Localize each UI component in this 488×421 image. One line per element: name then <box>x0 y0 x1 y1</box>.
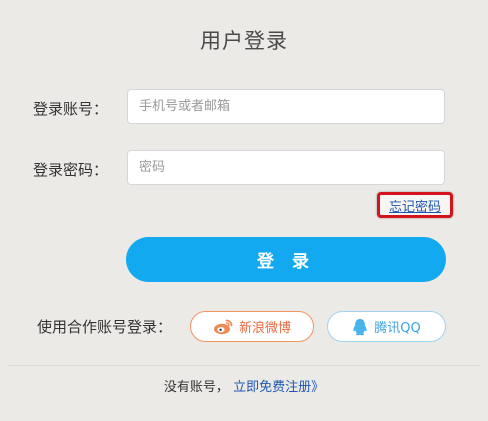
qq-login-button[interactable]: 腾讯QQ <box>327 311 446 342</box>
qq-label: 腾讯QQ <box>374 321 421 336</box>
social-login-label: 使用合作账号登录： <box>37 318 173 336</box>
password-input[interactable] <box>127 150 445 185</box>
forgot-password-highlight: 忘记密码 <box>377 192 453 218</box>
divider <box>8 365 480 366</box>
password-label: 登录密码： <box>33 161 109 179</box>
forgot-password-link[interactable]: 忘记密码 <box>389 196 441 215</box>
register-link[interactable]: 立即免费注册》 <box>233 380 324 395</box>
account-label: 登录账号： <box>33 100 109 118</box>
login-button[interactable]: 登 录 <box>126 237 446 282</box>
no-account-text: 没有账号， <box>163 380 229 395</box>
register-prompt: 没有账号， 立即免费注册》 <box>0 376 488 395</box>
qq-penguin-icon <box>352 318 368 336</box>
weibo-icon <box>213 318 233 335</box>
account-input[interactable] <box>127 89 445 124</box>
page-title: 用户登录 <box>200 29 288 53</box>
weibo-login-button[interactable]: 新浪微博 <box>190 311 314 342</box>
weibo-label: 新浪微博 <box>238 321 291 336</box>
